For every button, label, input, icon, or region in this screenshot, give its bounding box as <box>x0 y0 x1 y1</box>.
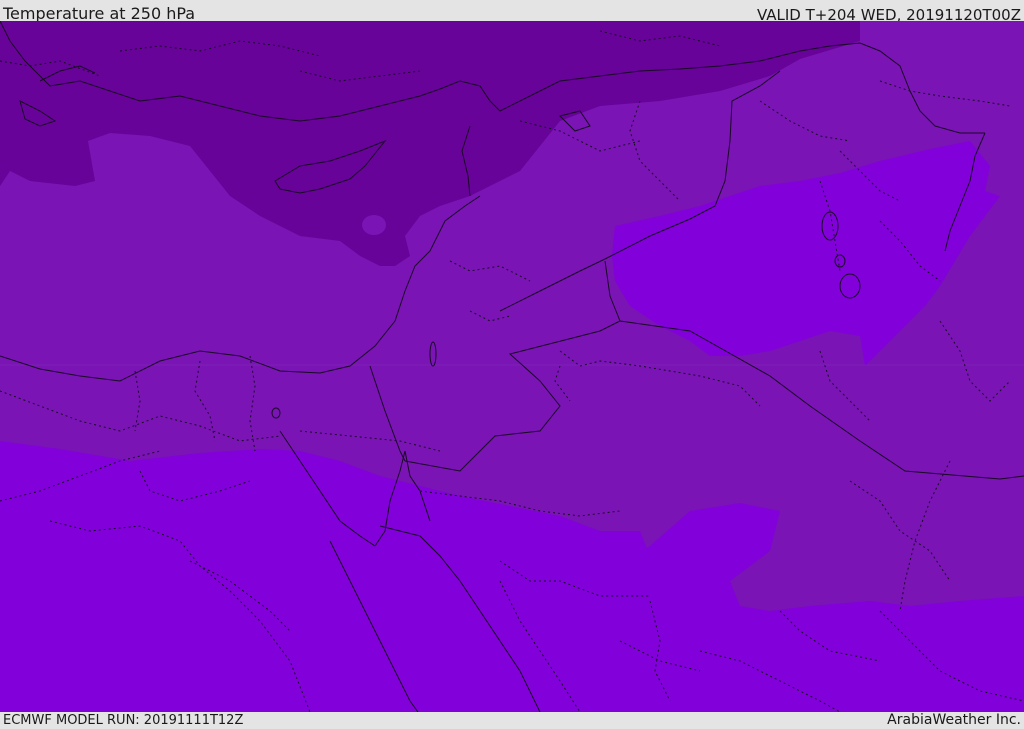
header-bar: Temperature at 250 hPa VALID T+204 WED, … <box>0 0 1024 24</box>
map-canvas <box>0 21 1024 712</box>
temperature-map[interactable] <box>0 21 1024 712</box>
footer-bar: ECMWF MODEL RUN: 20191111T12Z ArabiaWeat… <box>0 712 1024 729</box>
model-run-label: ECMWF MODEL RUN: 20191111T12Z <box>3 713 244 728</box>
cold-pocket <box>362 215 386 235</box>
credit-label: ArabiaWeather Inc. <box>887 712 1021 728</box>
